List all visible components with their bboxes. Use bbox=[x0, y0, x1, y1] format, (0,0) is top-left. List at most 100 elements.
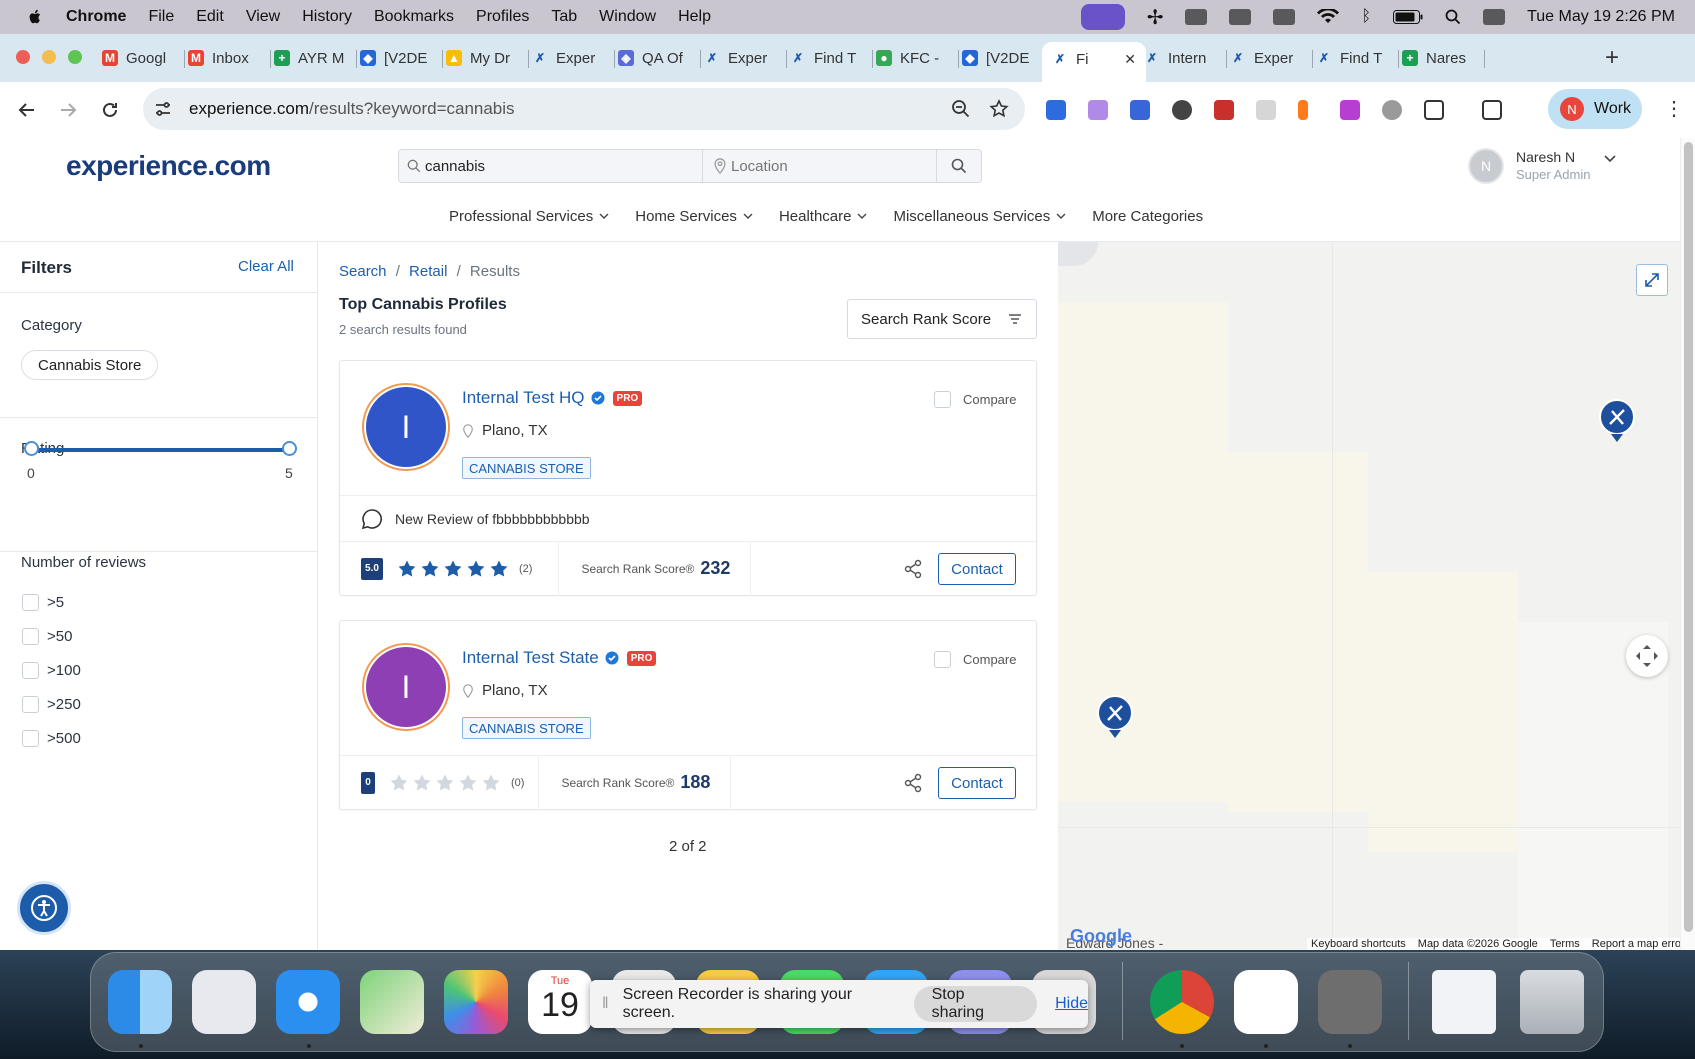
menu-help[interactable]: Help bbox=[678, 8, 711, 26]
browser-tab[interactable]: ✗ Fi ✕ bbox=[1042, 42, 1146, 82]
calculator-icon[interactable] bbox=[1318, 970, 1382, 1034]
keyword-search-input[interactable] bbox=[425, 157, 665, 175]
browser-tab[interactable]: ✗ Exper bbox=[532, 42, 610, 74]
profile-button[interactable]: N Work bbox=[1548, 89, 1642, 129]
site-logo[interactable]: experience.com bbox=[66, 150, 271, 182]
bluetooth-icon[interactable]: ᛒ bbox=[1361, 8, 1371, 26]
reviews-100-checkbox[interactable] bbox=[22, 662, 39, 679]
browser-tab[interactable]: ✗ Exper bbox=[1230, 42, 1308, 74]
map-keyboard-shortcuts-link[interactable]: Keyboard shortcuts bbox=[1311, 938, 1406, 950]
back-arrow-icon[interactable] bbox=[17, 100, 37, 120]
drag-handle-icon[interactable]: ‖ bbox=[602, 995, 609, 1013]
finder-icon[interactable] bbox=[108, 970, 172, 1034]
slack-icon[interactable] bbox=[1234, 970, 1298, 1034]
display-icon[interactable] bbox=[1273, 9, 1296, 25]
browser-tab[interactable]: + Nares bbox=[1402, 42, 1480, 74]
window-zoom-button[interactable] bbox=[68, 50, 82, 64]
close-tab-icon[interactable]: ✕ bbox=[1124, 51, 1136, 68]
nav-healthcare[interactable]: Healthcare bbox=[779, 208, 868, 225]
reviews-5-checkbox[interactable] bbox=[22, 594, 39, 611]
browser-tab[interactable]: M Googl bbox=[102, 42, 180, 74]
nav-home-services[interactable]: Home Services bbox=[635, 208, 753, 225]
compare-toggle[interactable]: Compare bbox=[934, 391, 1016, 408]
browser-tab[interactable]: + AYR M bbox=[274, 42, 352, 74]
reviews-50-checkbox[interactable] bbox=[22, 628, 39, 645]
bookmark-star-icon[interactable] bbox=[989, 99, 1009, 119]
color-picker-extension-icon[interactable] bbox=[1172, 100, 1192, 120]
menu-view[interactable]: View bbox=[246, 8, 280, 26]
site-settings-icon[interactable] bbox=[153, 99, 173, 119]
reload-icon[interactable] bbox=[100, 100, 120, 120]
photos-icon[interactable] bbox=[444, 970, 508, 1034]
menu-bookmarks[interactable]: Bookmarks bbox=[374, 8, 454, 26]
nav-more-categories[interactable]: More Categories bbox=[1092, 208, 1203, 225]
link-icon[interactable] bbox=[1229, 9, 1252, 25]
browser-tab[interactable]: ◈ QA Of bbox=[618, 42, 696, 74]
menu-app-name[interactable]: Chrome bbox=[66, 8, 126, 26]
contact-button[interactable]: Contact bbox=[938, 553, 1016, 585]
wifi-icon[interactable] bbox=[1317, 9, 1340, 25]
vpn-icon[interactable] bbox=[1185, 9, 1208, 25]
screenshot-thumbnail-icon[interactable] bbox=[1432, 970, 1496, 1034]
compare-checkbox[interactable] bbox=[934, 391, 951, 408]
browser-tab[interactable]: ✗ Intern bbox=[1144, 42, 1222, 74]
search-submit-button[interactable] bbox=[937, 150, 981, 182]
new-tab-button[interactable]: + bbox=[1605, 44, 1619, 72]
metrics-extension-icon[interactable] bbox=[1340, 100, 1360, 120]
control-center-icon[interactable] bbox=[1483, 9, 1506, 25]
map-pin-icon[interactable] bbox=[1598, 398, 1636, 444]
latest-review[interactable]: New Review of fbbbbbbbbbbbb bbox=[340, 495, 1036, 541]
address-bar[interactable]: experience.com/results?keyword=cannabis bbox=[143, 88, 1025, 130]
clear-all-link[interactable]: Clear All bbox=[238, 258, 294, 275]
page-scrollbar[interactable] bbox=[1680, 138, 1695, 950]
menu-tab[interactable]: Tab bbox=[551, 8, 577, 26]
map-report-error-link[interactable]: Report a map error bbox=[1592, 938, 1685, 950]
business-name-link[interactable]: Internal Test HQ bbox=[462, 388, 585, 408]
tab-search-icon[interactable] bbox=[1482, 100, 1502, 120]
browser-tab[interactable]: ✗ Find T bbox=[790, 42, 868, 74]
globe-extension-icon[interactable] bbox=[1382, 100, 1402, 120]
user-menu[interactable]: N Naresh N Super Admin bbox=[1468, 148, 1617, 184]
menu-file[interactable]: File bbox=[148, 8, 174, 26]
browser-tab[interactable]: ✗ Exper bbox=[704, 42, 782, 74]
map-expand-button[interactable] bbox=[1636, 264, 1668, 296]
screen-share-status-icon[interactable] bbox=[1080, 4, 1125, 30]
reviews-250-checkbox[interactable] bbox=[22, 696, 39, 713]
launchpad-icon[interactable] bbox=[192, 970, 256, 1034]
nav-professional-services[interactable]: Professional Services bbox=[449, 208, 609, 225]
menubar-clock[interactable]: Tue May 19 2:26 PM bbox=[1527, 8, 1675, 26]
apple-icon[interactable] bbox=[26, 8, 44, 26]
maps-icon[interactable] bbox=[360, 970, 424, 1034]
breadcrumb-search[interactable]: Search bbox=[339, 263, 387, 280]
browser-tab[interactable]: ● KFC - bbox=[876, 42, 954, 74]
reviews-500-checkbox[interactable] bbox=[22, 730, 39, 747]
battery-icon[interactable] bbox=[1393, 10, 1423, 24]
spotlight-search-icon[interactable] bbox=[1445, 9, 1461, 25]
menu-edit[interactable]: Edit bbox=[196, 8, 224, 26]
compare-checkbox[interactable] bbox=[934, 651, 951, 668]
share-icon[interactable] bbox=[903, 773, 923, 793]
stop-sharing-button[interactable]: Stop sharing bbox=[913, 986, 1038, 1022]
zoom-icon[interactable] bbox=[951, 99, 971, 119]
browser-tab[interactable]: ◆ [V2DE bbox=[360, 42, 438, 74]
chrome-icon[interactable] bbox=[1150, 970, 1214, 1034]
breadcrumb-retail[interactable]: Retail bbox=[409, 263, 447, 280]
browser-tab[interactable]: M Inbox bbox=[188, 42, 266, 74]
sort-dropdown[interactable]: Search Rank Score bbox=[847, 299, 1037, 339]
map-pan-button[interactable] bbox=[1626, 635, 1668, 677]
rating-slider-max-handle[interactable] bbox=[282, 441, 297, 456]
result-card[interactable]: I Internal Test State PRO Plano, TX CANN… bbox=[339, 620, 1037, 810]
share-icon[interactable] bbox=[903, 559, 923, 579]
window-minimize-button[interactable] bbox=[42, 50, 56, 64]
pinwheel-icon[interactable]: ✢ bbox=[1147, 5, 1164, 30]
extensions-puzzle-icon[interactable] bbox=[1424, 100, 1444, 120]
browser-tab[interactable]: ◆ [V2DE bbox=[962, 42, 1040, 74]
business-avatar[interactable]: I bbox=[362, 643, 450, 731]
trash-icon[interactable] bbox=[1520, 970, 1584, 1034]
zoom-extension-icon[interactable] bbox=[1046, 100, 1066, 120]
menu-window[interactable]: Window bbox=[599, 8, 656, 26]
seo-extension-icon[interactable] bbox=[1214, 100, 1234, 120]
compare-toggle[interactable]: Compare bbox=[934, 651, 1016, 668]
business-name-link[interactable]: Internal Test State bbox=[462, 648, 599, 668]
business-avatar[interactable]: I bbox=[362, 383, 450, 471]
